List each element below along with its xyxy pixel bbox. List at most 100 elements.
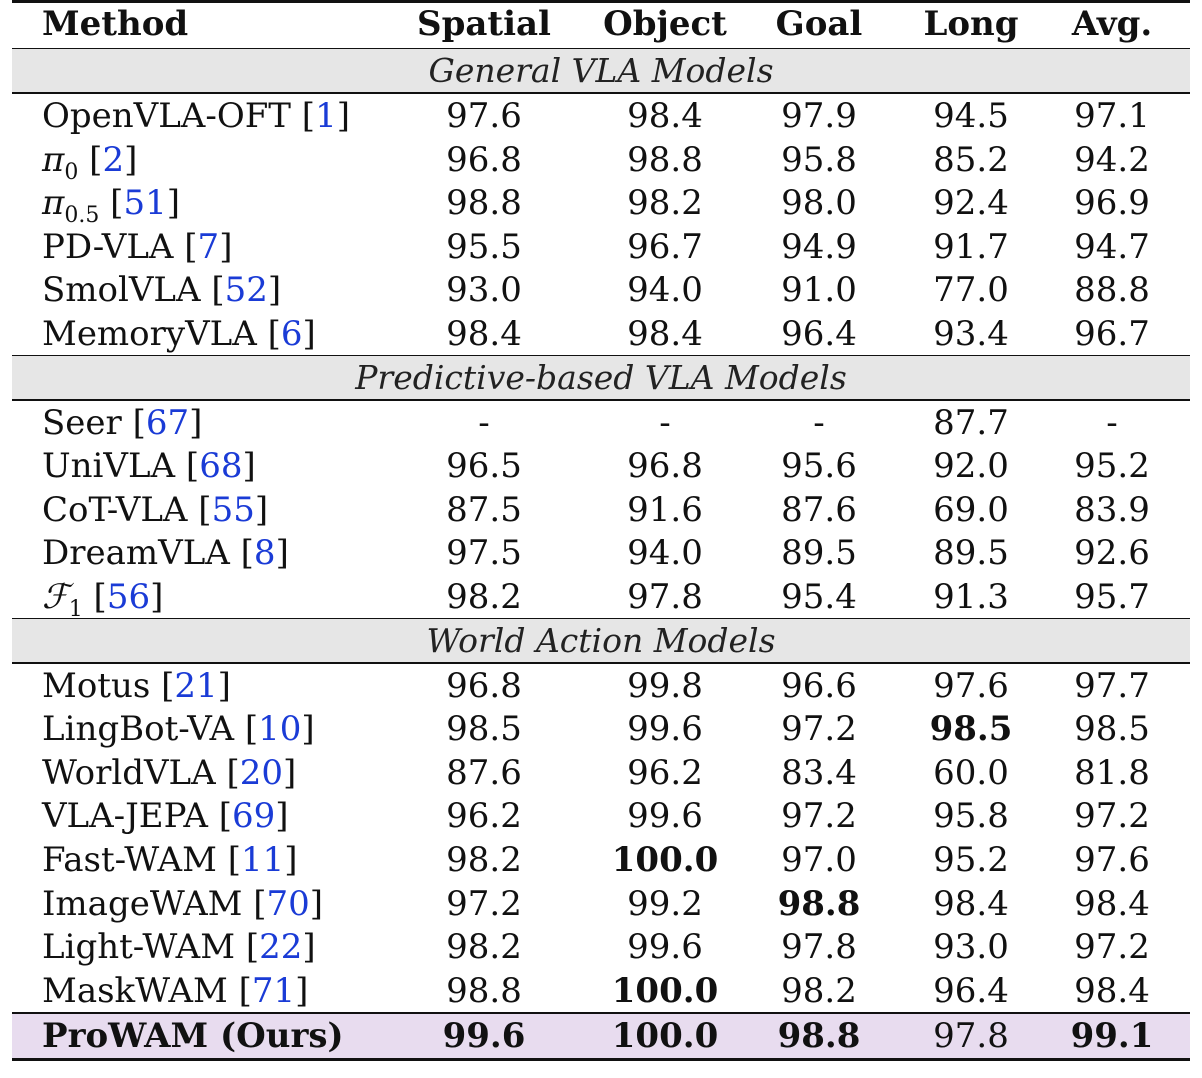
method-label: OpenVLA-OFT (42, 96, 291, 136)
value-avg: 97.7 (1074, 665, 1150, 706)
value-long: 93.0 (933, 927, 1009, 968)
value-avg: 98.5 (1074, 709, 1150, 750)
value-avg: 96.9 (1074, 183, 1150, 224)
value-avg: 99.1 (1070, 1016, 1154, 1057)
method-name: PD-VLA [7] (42, 226, 233, 267)
value-long: 95.2 (933, 840, 1009, 880)
value-spatial: 96.8 (446, 139, 522, 180)
citation-link[interactable]: 20 (240, 753, 283, 793)
value-avg: 92.6 (1074, 533, 1150, 574)
method-name: Light-WAM [22] (42, 927, 316, 968)
value-spatial: 97.2 (446, 883, 522, 924)
table-row: CoT-VLA [55] 87.5 91.6 87.6 69.0 83.9 (12, 488, 1190, 532)
value-object: 98.8 (627, 139, 703, 180)
value-object: 98.4 (627, 96, 703, 136)
value-goal: 95.6 (781, 446, 857, 487)
value-object: 99.2 (627, 883, 703, 924)
table-row: Seer [67] - - - 87.7 - (12, 401, 1190, 445)
value-object: 100.0 (611, 970, 719, 1011)
value-spatial: 93.0 (446, 270, 522, 311)
value-avg: 95.7 (1074, 577, 1150, 617)
section-title: General VLA Models (428, 51, 774, 90)
value-object: 100.0 (611, 1016, 719, 1057)
citation-link[interactable]: 70 (267, 884, 310, 924)
method-label: Fast-WAM (42, 840, 217, 880)
citation-link[interactable]: 6 (281, 314, 303, 354)
value-long: 98.5 (929, 709, 1013, 750)
value-object: 96.2 (627, 752, 703, 793)
value-long: 96.4 (933, 970, 1009, 1011)
table-row: MaskWAM [71] 98.8 100.0 98.2 96.4 98.4 (12, 969, 1190, 1013)
value-avg: 97.2 (1074, 796, 1150, 837)
citation-link[interactable]: 8 (254, 533, 276, 573)
value-spatial: 98.5 (446, 709, 522, 750)
value-goal: - (813, 402, 825, 443)
table-row: UniVLA [68] 96.5 96.8 95.6 92.0 95.2 (12, 444, 1190, 488)
value-long: 93.4 (933, 314, 1009, 354)
method-name: DreamVLA [8] (42, 533, 289, 574)
citation-link[interactable]: 68 (199, 446, 242, 486)
value-goal: 98.8 (777, 1016, 861, 1057)
value-spatial: 96.2 (446, 796, 522, 837)
value-object: 99.6 (627, 709, 703, 750)
value-long: 89.5 (933, 533, 1009, 574)
value-avg: 98.4 (1074, 970, 1150, 1011)
citation-link[interactable]: 7 (198, 227, 220, 267)
value-object: 96.7 (627, 226, 703, 267)
value-spatial: 98.2 (446, 927, 522, 968)
table-row: ImageWAM [70] 97.2 99.2 98.8 98.4 98.4 (12, 882, 1190, 926)
value-avg: 97.2 (1074, 927, 1150, 968)
value-spatial: 98.8 (446, 183, 522, 224)
citation-link[interactable]: 11 (241, 840, 284, 880)
table-row: OpenVLA-OFT [1] 97.6 98.4 97.9 94.5 97.1 (12, 94, 1190, 138)
value-object: 96.8 (627, 446, 703, 487)
value-long: 92.0 (933, 446, 1009, 487)
table-row: WorldVLA [20] 87.6 96.2 83.4 60.0 81.8 (12, 751, 1190, 795)
value-avg: 94.7 (1074, 226, 1150, 267)
citation-link[interactable]: 1 (315, 96, 337, 136)
method-name: Seer [67] (42, 402, 203, 443)
method-label: CoT-VLA (42, 489, 188, 530)
value-spatial: 98.2 (446, 577, 522, 617)
value-goal: 98.2 (781, 970, 857, 1011)
citation-link[interactable]: 2 (102, 140, 124, 180)
citation-link[interactable]: 21 (174, 666, 217, 706)
method-label: Seer (42, 402, 122, 443)
value-object: 99.6 (627, 927, 703, 968)
citation-link[interactable]: 71 (252, 971, 295, 1011)
table-row: Motus [21] 96.8 99.8 96.6 97.6 97.7 (12, 664, 1190, 708)
bottom-rule (12, 1058, 1190, 1061)
value-object: 94.0 (627, 533, 703, 574)
method-name: WorldVLA [20] (42, 752, 297, 793)
value-spatial: 87.6 (446, 752, 522, 793)
method-label: MaskWAM (42, 970, 228, 1011)
value-goal: 96.6 (781, 665, 857, 706)
value-goal: 94.9 (781, 226, 857, 267)
method-label: UniVLA (42, 446, 176, 487)
citation-link[interactable]: 56 (107, 577, 150, 617)
value-goal: 97.2 (781, 796, 857, 837)
table-row: VLA-JEPA [69] 96.2 99.6 97.2 95.8 97.2 (12, 794, 1190, 838)
value-spatial: 98.8 (446, 970, 522, 1011)
value-long: 97.8 (933, 1016, 1009, 1057)
method-label: WorldVLA (42, 752, 216, 793)
citation-link[interactable]: 67 (146, 403, 189, 443)
citation-link[interactable]: 10 (258, 709, 301, 749)
citation-link[interactable]: 51 (123, 183, 166, 223)
value-object: 99.6 (627, 796, 703, 837)
citation-link[interactable]: 22 (259, 927, 302, 967)
value-long: 97.6 (933, 665, 1009, 706)
header-goal: Goal (775, 4, 863, 44)
table-row: π0.5 [51] 98.8 98.2 98.0 92.4 96.9 (12, 181, 1190, 228)
value-goal: 98.0 (781, 183, 857, 224)
method-label: ℱ (42, 577, 69, 617)
value-avg: 83.9 (1074, 489, 1150, 530)
method-label: ImageWAM (42, 883, 243, 924)
value-object: 98.2 (627, 183, 703, 224)
header-method: Method (42, 4, 189, 44)
citation-link[interactable]: 69 (232, 796, 275, 836)
method-name: Motus [21] (42, 665, 231, 706)
citation-link[interactable]: 52 (225, 270, 268, 310)
value-long: 85.2 (933, 139, 1009, 180)
citation-link[interactable]: 55 (212, 490, 255, 530)
